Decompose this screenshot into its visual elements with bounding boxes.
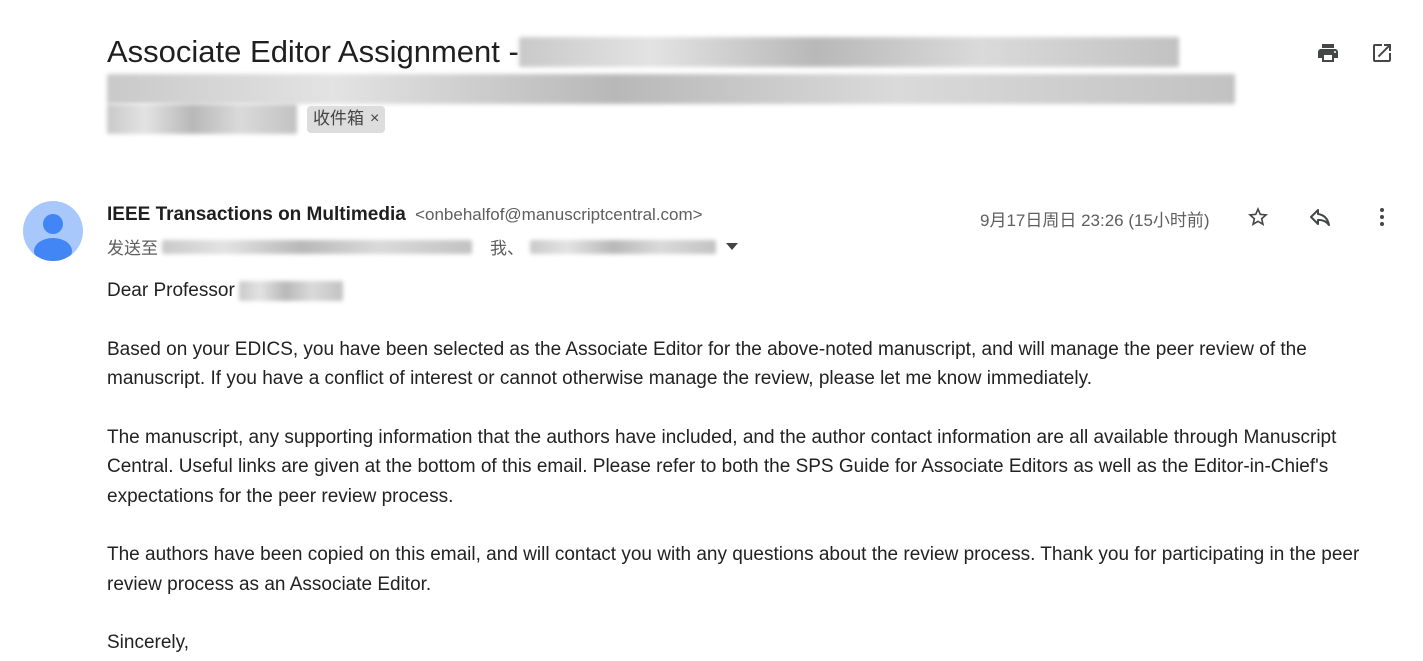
redacted-recipient [162,239,472,254]
star-icon[interactable] [1245,204,1271,230]
redacted-recipient [530,239,716,254]
subject-prefix: Associate Editor Assignment - [107,34,519,69]
thread-toolbar [1315,40,1395,66]
redacted-subject-text [518,37,1179,67]
redacted-subject-text [107,104,297,134]
recipient-me: 我、 [490,239,524,258]
greeting-text: Dear Professor [107,280,235,301]
email-body: Dear Professor Based on your EDICS, you … [107,276,1387,661]
email-subject: Associate Editor Assignment - 收件箱 × [107,30,1247,134]
greeting-line: Dear Professor [107,276,1387,306]
sender-info: IEEE Transactions on Multimedia <onbehal… [107,204,703,226]
redacted-subject-text [107,74,1235,104]
sender-avatar[interactable] [23,201,83,261]
body-paragraph-3: The authors have been copied on this ema… [107,544,1360,595]
print-icon[interactable] [1315,40,1341,66]
sender-email: <onbehalfof@manuscriptcentral.com> [415,205,703,224]
show-details-caret-icon[interactable] [726,243,738,250]
subject-line-3: 收件箱 × [107,104,1247,134]
to-prefix: 发送至 [107,239,158,258]
body-paragraph-1: Based on your EDICS, you have been selec… [107,338,1307,390]
redacted-name [238,280,343,301]
inbox-label-chip[interactable]: 收件箱 × [307,105,386,133]
more-vert-icon[interactable] [1369,204,1395,230]
message-actions [1245,204,1395,230]
sender-name[interactable]: IEEE Transactions on Multimedia [107,204,406,225]
reply-icon[interactable] [1307,204,1333,230]
closing-text: Sincerely, [107,632,190,653]
person-icon [34,214,72,261]
message-date: 9月17日周日 23:26 (15小时前) [980,211,1210,230]
open-in-new-window-icon[interactable] [1369,40,1395,66]
subject-line-2 [107,74,1247,104]
body-paragraph-2: The manuscript, any supporting informati… [107,426,1337,507]
subject-line-1: Associate Editor Assignment - [107,30,1247,74]
recipients-row: 发送至 我、 [107,234,738,259]
